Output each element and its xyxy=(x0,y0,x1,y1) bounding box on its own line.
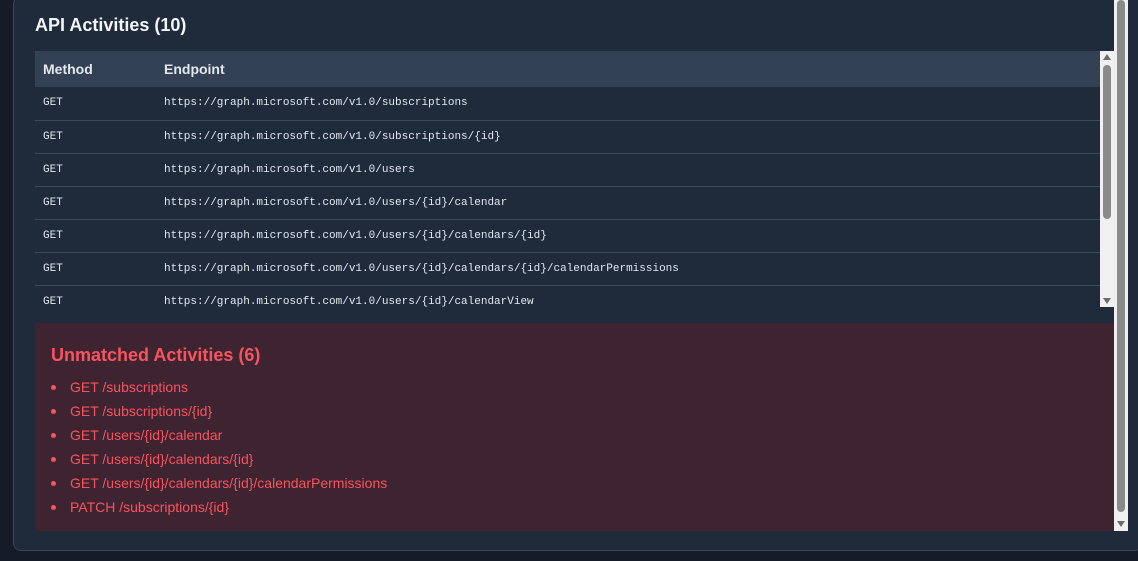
api-activities-table-container[interactable]: Method Endpoint GET https://graph.micros… xyxy=(35,51,1115,307)
scroll-up-arrow-icon[interactable] xyxy=(1103,54,1111,60)
row-method: GET xyxy=(43,262,63,275)
list-item: GET /subscriptions xyxy=(51,375,387,399)
column-header-method[interactable]: Method xyxy=(35,51,156,87)
bullet-icon xyxy=(51,408,56,414)
list-item: GET /users/{id}/calendars/{id}/calendarP… xyxy=(51,471,387,495)
row-endpoint: https://graph.microsoft.com/v1.0/users xyxy=(164,163,415,176)
table-row[interactable]: GET https://graph.microsoft.com/v1.0/use… xyxy=(35,219,1100,252)
bullet-icon xyxy=(51,504,56,510)
bullet-icon xyxy=(51,432,56,438)
table-scrollbar-thumb[interactable] xyxy=(1103,65,1111,219)
page-scrollbar-thumb[interactable] xyxy=(1117,0,1125,512)
unmatched-item-text: GET /users/{id}/calendars/{id}/calendarP… xyxy=(70,475,388,491)
row-endpoint: https://graph.microsoft.com/v1.0/users/{… xyxy=(164,295,534,308)
unmatched-item-text: GET /users/{id}/calendars/{id} xyxy=(70,451,254,467)
unmatched-activities-title: Unmatched Activities (6) xyxy=(51,345,261,365)
table-row[interactable]: GET https://graph.microsoft.com/v1.0/use… xyxy=(35,186,1100,219)
row-endpoint: https://graph.microsoft.com/v1.0/subscri… xyxy=(164,97,468,110)
row-endpoint: https://graph.microsoft.com/v1.0/users/{… xyxy=(164,262,679,275)
table-row[interactable]: GET https://graph.microsoft.com/v1.0/use… xyxy=(35,285,1100,308)
bullet-icon xyxy=(51,384,56,390)
row-method: GET xyxy=(43,130,63,143)
unmatched-item-text: PATCH /subscriptions/{id} xyxy=(70,499,229,515)
unmatched-item-text: GET /users/{id}/calendar xyxy=(70,427,223,443)
column-header-endpoint[interactable]: Endpoint xyxy=(156,51,1100,87)
row-endpoint: https://graph.microsoft.com/v1.0/subscri… xyxy=(164,130,501,143)
table-row[interactable]: GET https://graph.microsoft.com/v1.0/use… xyxy=(35,153,1100,186)
row-endpoint: https://graph.microsoft.com/v1.0/users/{… xyxy=(164,229,547,242)
list-item: GET /subscriptions/{id} xyxy=(51,399,387,423)
list-item: GET /users/{id}/calendars/{id} xyxy=(51,447,387,471)
bullet-icon xyxy=(51,456,56,462)
unmatched-item-text: GET /subscriptions xyxy=(70,379,189,395)
page-scroll-down-arrow-icon[interactable] xyxy=(1117,521,1125,527)
row-method: GET xyxy=(43,163,63,176)
list-item: GET /users/{id}/calendar xyxy=(51,423,387,447)
bullet-icon xyxy=(51,480,56,486)
unmatched-item-text: GET /subscriptions/{id} xyxy=(70,403,213,419)
table-row[interactable]: GET https://graph.microsoft.com/v1.0/sub… xyxy=(35,87,1100,120)
api-activities-title: API Activities (10) xyxy=(35,15,187,35)
table-scrollbar[interactable] xyxy=(1100,51,1114,307)
api-activities-panel: API Activities (10) Method Endpoint GET … xyxy=(13,0,1138,551)
api-activities-table: Method Endpoint GET https://graph.micros… xyxy=(35,51,1100,307)
scroll-down-arrow-icon[interactable] xyxy=(1103,298,1111,304)
table-row[interactable]: GET https://graph.microsoft.com/v1.0/sub… xyxy=(35,120,1100,153)
table-header-row: Method Endpoint xyxy=(35,51,1100,87)
list-item: PATCH /subscriptions/{id} xyxy=(51,495,387,519)
row-endpoint: https://graph.microsoft.com/v1.0/users/{… xyxy=(164,196,508,209)
unmatched-activities-box: Unmatched Activities (6) GET /subscripti… xyxy=(35,323,1118,531)
row-method: GET xyxy=(43,196,63,209)
page-scrollbar[interactable] xyxy=(1114,0,1128,531)
row-method: GET xyxy=(43,229,63,242)
unmatched-activities-list: GET /subscriptions GET /subscriptions/{i… xyxy=(51,375,387,519)
row-method: GET xyxy=(43,295,63,308)
row-method: GET xyxy=(43,97,63,110)
table-row[interactable]: GET https://graph.microsoft.com/v1.0/use… xyxy=(35,252,1100,285)
